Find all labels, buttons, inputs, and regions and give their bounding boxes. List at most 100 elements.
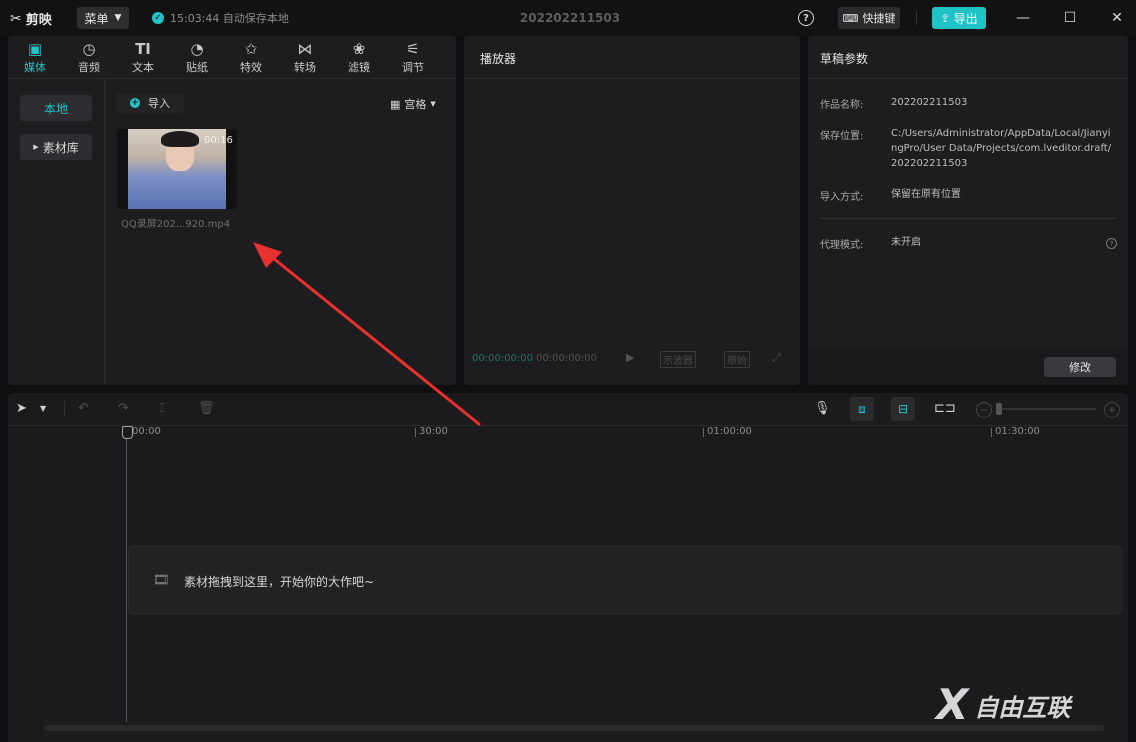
tab-media[interactable]: ▣ 媒体 <box>8 36 62 78</box>
tab-label: 媒体 <box>24 60 46 74</box>
player-panel: 播放器 00:00:00:00 00:00:00:00 ▶ 示波器 原始 ⤢ <box>464 36 800 385</box>
watermark: X 自由互联 <box>936 684 1070 726</box>
shortcut-label: 快捷键 <box>862 12 896 25</box>
export-label: 导出 <box>953 11 978 26</box>
current-time: 00:00:00:00 <box>472 353 534 364</box>
tab-label: 滤镜 <box>348 60 370 74</box>
draft-params-panel: 草稿参数 作品名称: 202202211503 保存位置: C:/Users/A… <box>808 36 1128 385</box>
divider <box>64 401 65 417</box>
param-label: 导入方式: <box>820 192 864 203</box>
ruler-label: 01:00:00 <box>707 426 752 437</box>
media-tabs: ▣ 媒体 ◷ 音频 TI 文本 ◔ 贴纸 ✩ 特效 ⋈ 转场 ❀ 滤镜 ⚟ 调节 <box>8 36 456 78</box>
fullscreen-icon[interactable]: ⤢ <box>772 351 781 365</box>
watermark-x-logo: X <box>936 680 969 729</box>
filter-icon: ❀ <box>352 39 366 58</box>
select-cursor-icon[interactable]: ➤ <box>16 401 27 416</box>
media-sidebar: 本地 ▶ 素材库 <box>8 79 105 385</box>
zoom-slider[interactable] <box>996 408 1096 410</box>
param-label: 作品名称: <box>820 100 864 111</box>
tab-adjust[interactable]: ⚟ 调节 <box>386 36 440 78</box>
help-icon[interactable]: ? <box>1106 238 1117 249</box>
divider <box>820 218 1116 219</box>
watermark-text: 自由互联 <box>974 693 1071 722</box>
tab-transition[interactable]: ⋈ 转场 <box>278 36 332 78</box>
close-icon[interactable]: ✕ <box>1108 9 1126 27</box>
param-value: 未开启 <box>891 237 921 248</box>
media-icon: ▣ <box>27 39 43 58</box>
menu-button[interactable]: 菜单 ▼ <box>77 7 129 29</box>
library-button[interactable]: ▶ 素材库 <box>20 134 92 160</box>
timeline-ruler: 00:00 30:00 01:00:00 01:30:00 <box>8 426 1128 442</box>
track-drop-zone[interactable]: 🎞 素材拖拽到这里，开始你的大作吧~ <box>128 546 1122 614</box>
total-time: 00:00:00:00 <box>536 353 598 364</box>
auto-snap-icon[interactable]: ⊟ <box>891 397 915 421</box>
tab-label: 文本 <box>132 60 154 74</box>
ruler-tick <box>703 428 704 437</box>
text-icon: TI <box>135 39 151 58</box>
clip-duration: 00:16 <box>204 135 233 146</box>
audio-icon: ◷ <box>82 39 96 58</box>
tab-label: 转场 <box>294 60 316 74</box>
autosave-status: ✓ 15:03:44 自动保存本地 <box>152 10 289 26</box>
play-icon[interactable]: ▶ <box>626 351 634 364</box>
project-title: 202202211503 <box>519 11 621 25</box>
param-label: 代理模式: <box>820 240 864 251</box>
plus-icon: + <box>130 98 140 108</box>
app-logo: ✂ 剪映 <box>10 9 52 29</box>
import-button[interactable]: + 导入 <box>116 93 184 113</box>
grid-icon: ▦ <box>390 97 401 111</box>
shortcut-button[interactable]: ⌨ 快捷键 <box>838 7 900 29</box>
delete-icon[interactable]: 🗑 <box>198 401 215 416</box>
view-mode-dropdown[interactable]: ▦ 宫格 ▼ <box>390 96 436 112</box>
param-label: 保存位置: <box>820 131 864 142</box>
ruler-tick <box>415 428 416 437</box>
zoom-out-icon[interactable]: − <box>976 402 992 418</box>
zoom-in-icon[interactable]: + <box>1104 402 1120 418</box>
ruler-label: 01:30:00 <box>995 426 1040 437</box>
split-icon[interactable]: ⌶ <box>158 401 166 416</box>
maximize-icon[interactable]: ☐ <box>1061 9 1079 27</box>
keyboard-icon: ⌨ <box>842 11 859 25</box>
tab-label: 贴纸 <box>186 60 208 74</box>
ratio-button[interactable]: 原始 <box>724 351 750 368</box>
redo-icon[interactable]: ↷ <box>118 401 129 416</box>
tab-effects[interactable]: ✩ 特效 <box>224 36 278 78</box>
divider <box>916 11 917 25</box>
ruler-tick <box>991 428 992 437</box>
minimize-icon[interactable]: — <box>1014 9 1032 27</box>
divider <box>808 78 1128 79</box>
tab-label: 音频 <box>78 60 100 74</box>
zoom-slider-handle[interactable] <box>996 403 1002 415</box>
chevron-down-icon[interactable]: ▼ <box>40 404 46 413</box>
main-track-magnet-icon[interactable]: ⧈ <box>850 397 874 421</box>
logo-icon: ✂ <box>10 10 22 27</box>
tab-filter[interactable]: ❀ 滤镜 <box>332 36 386 78</box>
params-title: 草稿参数 <box>820 52 869 66</box>
library-label: 素材库 <box>42 140 79 155</box>
export-button[interactable]: ⇪ 导出 <box>932 7 986 29</box>
film-icon: 🎞 <box>153 573 170 588</box>
edit-button[interactable]: 修改 <box>1044 357 1116 377</box>
autosave-text: 15:03:44 自动保存本地 <box>170 12 289 25</box>
divider <box>464 78 800 79</box>
tab-sticker[interactable]: ◔ 贴纸 <box>170 36 224 78</box>
local-button[interactable]: 本地 <box>20 95 92 121</box>
playhead-line[interactable] <box>126 426 127 722</box>
caret-right-icon: ▶ <box>33 143 39 151</box>
microphone-icon[interactable]: 🎙 <box>814 401 831 416</box>
scope-button[interactable]: 示波器 <box>660 351 696 368</box>
linkage-icon[interactable]: ⊏⊐ <box>934 401 956 416</box>
playhead-handle[interactable] <box>122 426 133 439</box>
tab-audio[interactable]: ◷ 音频 <box>62 36 116 78</box>
param-value: 202202211503 <box>891 97 968 108</box>
effects-icon: ✩ <box>244 39 258 58</box>
check-icon: ✓ <box>152 12 164 24</box>
tab-text[interactable]: TI 文本 <box>116 36 170 78</box>
tab-label: 特效 <box>240 60 262 74</box>
ruler-label: 30:00 <box>419 426 448 437</box>
ruler-label: 00:00 <box>132 426 161 437</box>
tab-label: 调节 <box>402 60 424 74</box>
help-icon[interactable]: ? <box>798 10 814 26</box>
undo-icon[interactable]: ↶ <box>78 401 89 416</box>
player-title: 播放器 <box>480 52 517 66</box>
